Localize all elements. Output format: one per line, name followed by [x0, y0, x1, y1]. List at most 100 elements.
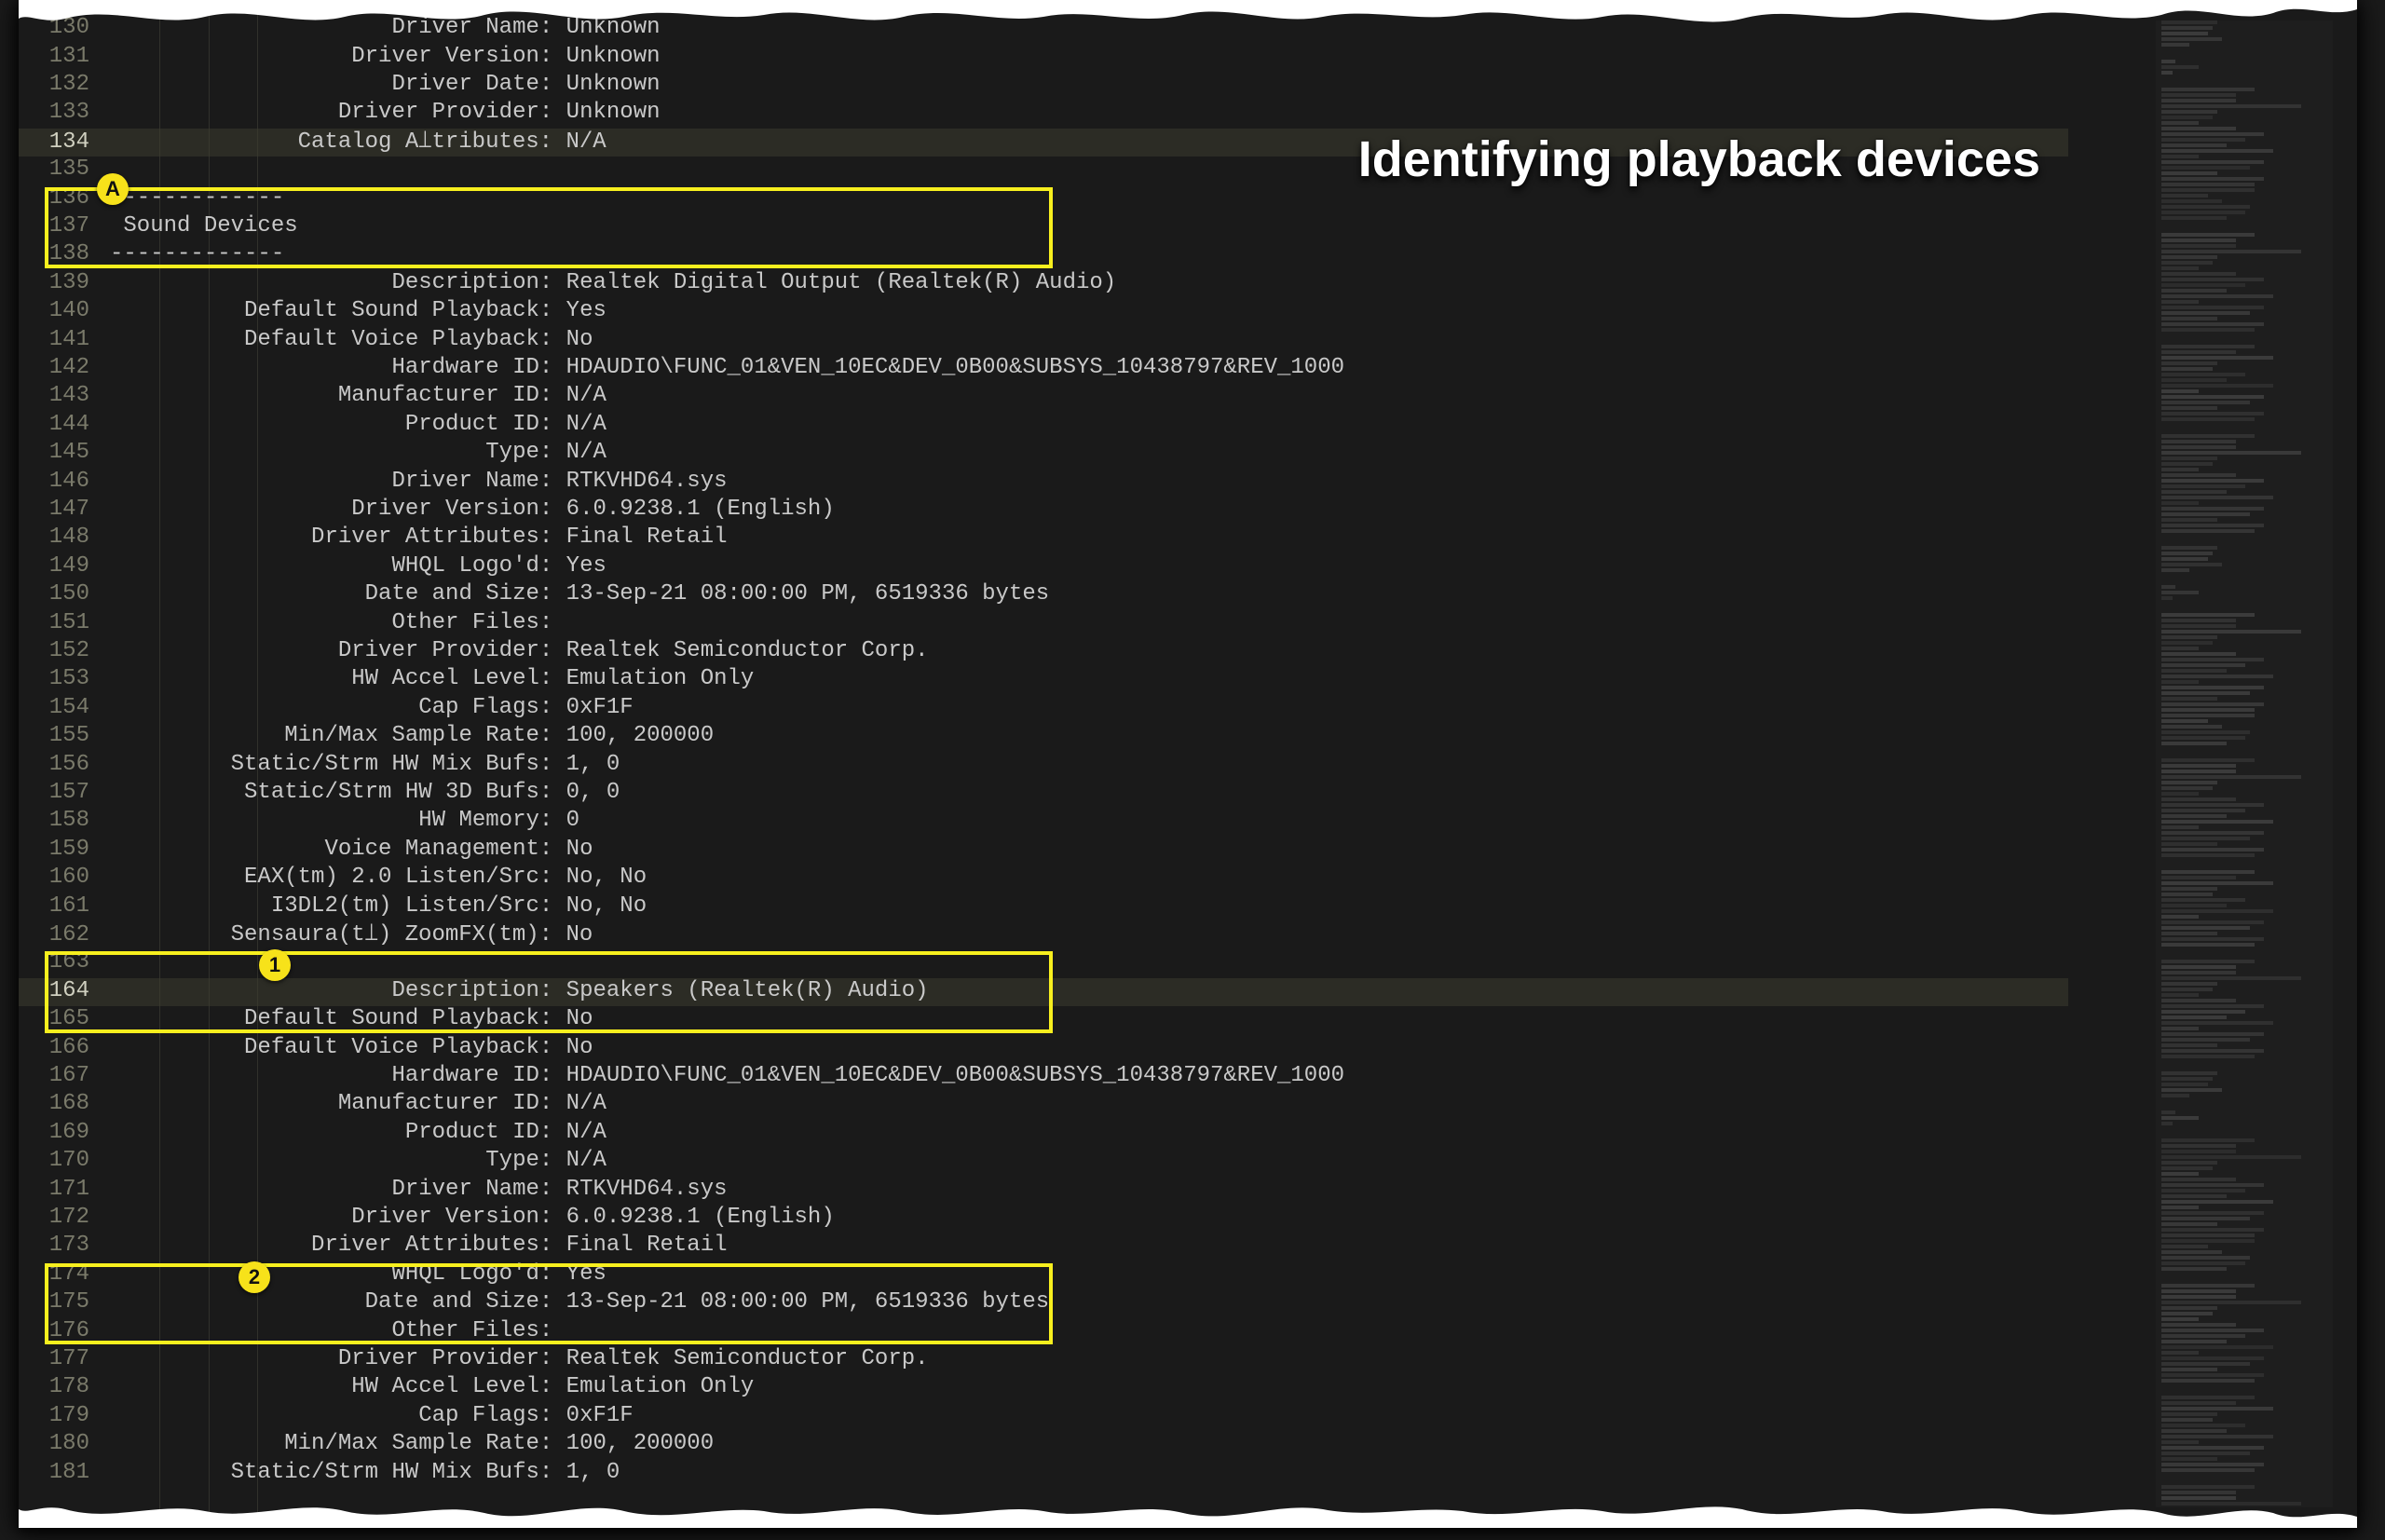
- minimap-line: [2161, 1334, 2245, 1338]
- code-line[interactable]: 172 Driver Version: 6.0.9238.1 (English): [19, 1205, 2068, 1233]
- minimap-line: [2161, 1077, 2213, 1081]
- minimap-line: [2161, 1111, 2175, 1114]
- code-line[interactable]: 133 Driver Provider: Unknown: [19, 100, 2068, 128]
- code-line[interactable]: 159 Voice Management: No: [19, 837, 2068, 865]
- code-line[interactable]: 165 Default Sound Playback: No: [19, 1006, 2068, 1034]
- code-line[interactable]: 151 Other Files:: [19, 610, 2068, 638]
- minimap-line: [2161, 1351, 2199, 1355]
- code-line[interactable]: 176 Other Files:: [19, 1318, 2068, 1346]
- code-text: Cap Flags: 0xF1F: [110, 695, 634, 720]
- code-line[interactable]: 154 Cap Flags: 0xF1F: [19, 695, 2068, 723]
- minimap-line: [2161, 591, 2199, 594]
- minimap-line: [2161, 652, 2236, 656]
- code-line[interactable]: 139 Description: Realtek Digital Output …: [19, 270, 2068, 298]
- minimap-line: [2161, 244, 2236, 248]
- code-line[interactable]: 135: [19, 157, 2068, 184]
- code-line[interactable]: 170 Type: N/A: [19, 1148, 2068, 1176]
- code-text: Driver Attributes: Final Retail: [110, 1233, 728, 1258]
- minimap-line: [2161, 356, 2273, 360]
- code-line[interactable]: 149 WHQL Logo'd: Yes: [19, 553, 2068, 581]
- code-line[interactable]: 157 Static/Strm HW 3D Bufs: 0, 0: [19, 780, 2068, 808]
- code-line[interactable]: 142 Hardware ID: HDAUDIO\FUNC_01&VEN_10E…: [19, 355, 2068, 383]
- code-line[interactable]: 145 Type: N/A: [19, 440, 2068, 468]
- code-line[interactable]: 181 Static/Strm HW Mix Bufs: 1, 0: [19, 1460, 2068, 1488]
- code-line[interactable]: 143 Manufacturer ID: N/A: [19, 383, 2068, 411]
- code-line[interactable]: 134 Catalog A⟘tributes: N/A: [19, 129, 2068, 157]
- line-number: 181: [19, 1460, 110, 1485]
- minimap-line: [2161, 373, 2245, 376]
- code-editor[interactable]: 129 Catalog A⟘tributes: N130 Driver Name…: [19, 0, 2068, 1528]
- code-line[interactable]: 171 Driver Name: RTKVHD64.sys: [19, 1177, 2068, 1205]
- minimap-line: [2161, 166, 2250, 170]
- code-line[interactable]: 166 Default Voice Playback: No: [19, 1035, 2068, 1063]
- code-text: Cap Flags: 0xF1F: [110, 1403, 634, 1428]
- code-line[interactable]: 180 Min/Max Sample Rate: 100, 200000: [19, 1431, 2068, 1459]
- code-line[interactable]: 163: [19, 949, 2068, 977]
- code-line[interactable]: 131 Driver Version: Unknown: [19, 44, 2068, 72]
- minimap-line: [2161, 110, 2217, 114]
- code-line[interactable]: 155 Min/Max Sample Rate: 100, 200000: [19, 723, 2068, 751]
- minimap-line: [2156, 747, 2333, 758]
- minimap-line: [2161, 1379, 2255, 1383]
- code-line[interactable]: 169 Product ID: N/A: [19, 1120, 2068, 1148]
- line-number: 148: [19, 525, 110, 550]
- code-text: Driver Version: 6.0.9238.1 (English): [110, 1205, 835, 1230]
- minimap-line: [2161, 663, 2245, 667]
- code-line[interactable]: 132 Driver Date: Unknown: [19, 72, 2068, 100]
- line-number: 153: [19, 666, 110, 691]
- section-header-line[interactable]: 137 Sound Devices: [19, 213, 2068, 241]
- code-line[interactable]: 161 I3DL2(tm) Listen/Src: No, No: [19, 893, 2068, 921]
- minimap-line: [2161, 658, 2264, 661]
- minimap-line: [2161, 518, 2217, 522]
- minimap-line: [2161, 803, 2264, 807]
- minimap-line: [2161, 736, 2245, 740]
- code-line[interactable]: 141 Default Voice Playback: No: [19, 327, 2068, 355]
- code-line[interactable]: 178 HW Accel Level: Emulation Only: [19, 1374, 2068, 1402]
- code-line[interactable]: 177 Driver Provider: Realtek Semiconduct…: [19, 1346, 2068, 1374]
- minimap-line: [2161, 266, 2199, 270]
- code-line[interactable]: 175 Date and Size: 13-Sep-21 08:00:00 PM…: [19, 1289, 2068, 1317]
- code-line[interactable]: 162 Sensaura(t⟘) ZoomFX(tm): No: [19, 921, 2068, 949]
- code-line[interactable]: 136-------------: [19, 185, 2068, 213]
- minimap-line: [2161, 1032, 2264, 1036]
- code-line[interactable]: 152 Driver Provider: Realtek Semiconduct…: [19, 638, 2068, 666]
- code-text: Min/Max Sample Rate: 100, 200000: [110, 1431, 714, 1456]
- code-text: Catalog A⟘tributes: N/A: [110, 129, 606, 155]
- line-number: 165: [19, 1006, 110, 1031]
- minimap-line: [2161, 669, 2227, 673]
- minimap-line: [2156, 48, 2333, 60]
- code-line[interactable]: 144 Product ID: N/A: [19, 412, 2068, 440]
- code-line[interactable]: 146 Driver Name: RTKVHD64.sys: [19, 469, 2068, 497]
- minimap-line: [2161, 887, 2217, 891]
- code-line[interactable]: 160 EAX(tm) 2.0 Listen/Src: No, No: [19, 865, 2068, 893]
- code-line[interactable]: 167 Hardware ID: HDAUDIO\FUNC_01&VEN_10E…: [19, 1063, 2068, 1091]
- code-text: HW Memory: 0: [110, 808, 579, 833]
- minimap-line: [2161, 1200, 2273, 1204]
- minimap[interactable]: [2156, 20, 2333, 1507]
- minimap-line: [2161, 1150, 2236, 1153]
- minimap-line: [2161, 272, 2236, 276]
- code-line[interactable]: 173 Driver Attributes: Final Retail: [19, 1233, 2068, 1261]
- minimap-line: [2156, 574, 2333, 585]
- code-line[interactable]: 129 Catalog A⟘tributes: N: [19, 0, 2068, 15]
- code-line[interactable]: 168 Manufacturer ID: N/A: [19, 1091, 2068, 1119]
- code-line[interactable]: 156 Static/Strm HW Mix Bufs: 1, 0: [19, 752, 2068, 780]
- code-line[interactable]: 158 HW Memory: 0: [19, 808, 2068, 836]
- code-line[interactable]: 153 HW Accel Level: Emulation Only: [19, 666, 2068, 694]
- code-line[interactable]: 164 Description: Speakers (Realtek(R) Au…: [19, 978, 2068, 1006]
- code-line[interactable]: 150 Date and Size: 13-Sep-21 08:00:00 PM…: [19, 581, 2068, 609]
- code-line[interactable]: 130 Driver Name: Unknown: [19, 15, 2068, 43]
- line-number: 157: [19, 780, 110, 805]
- minimap-line: [2156, 1099, 2333, 1111]
- minimap-line: [2161, 976, 2301, 980]
- minimap-line: [2161, 322, 2264, 326]
- line-number: 144: [19, 412, 110, 437]
- code-line[interactable]: 174 WHQL Logo'd: Yes: [19, 1261, 2068, 1289]
- code-line[interactable]: 138-------------: [19, 241, 2068, 269]
- code-line[interactable]: 148 Driver Attributes: Final Retail: [19, 525, 2068, 552]
- minimap-line: [2161, 904, 2227, 907]
- minimap-line: [2161, 401, 2250, 404]
- code-line[interactable]: 147 Driver Version: 6.0.9238.1 (English): [19, 497, 2068, 525]
- code-line[interactable]: 179 Cap Flags: 0xF1F: [19, 1403, 2068, 1431]
- code-line[interactable]: 140 Default Sound Playback: Yes: [19, 298, 2068, 326]
